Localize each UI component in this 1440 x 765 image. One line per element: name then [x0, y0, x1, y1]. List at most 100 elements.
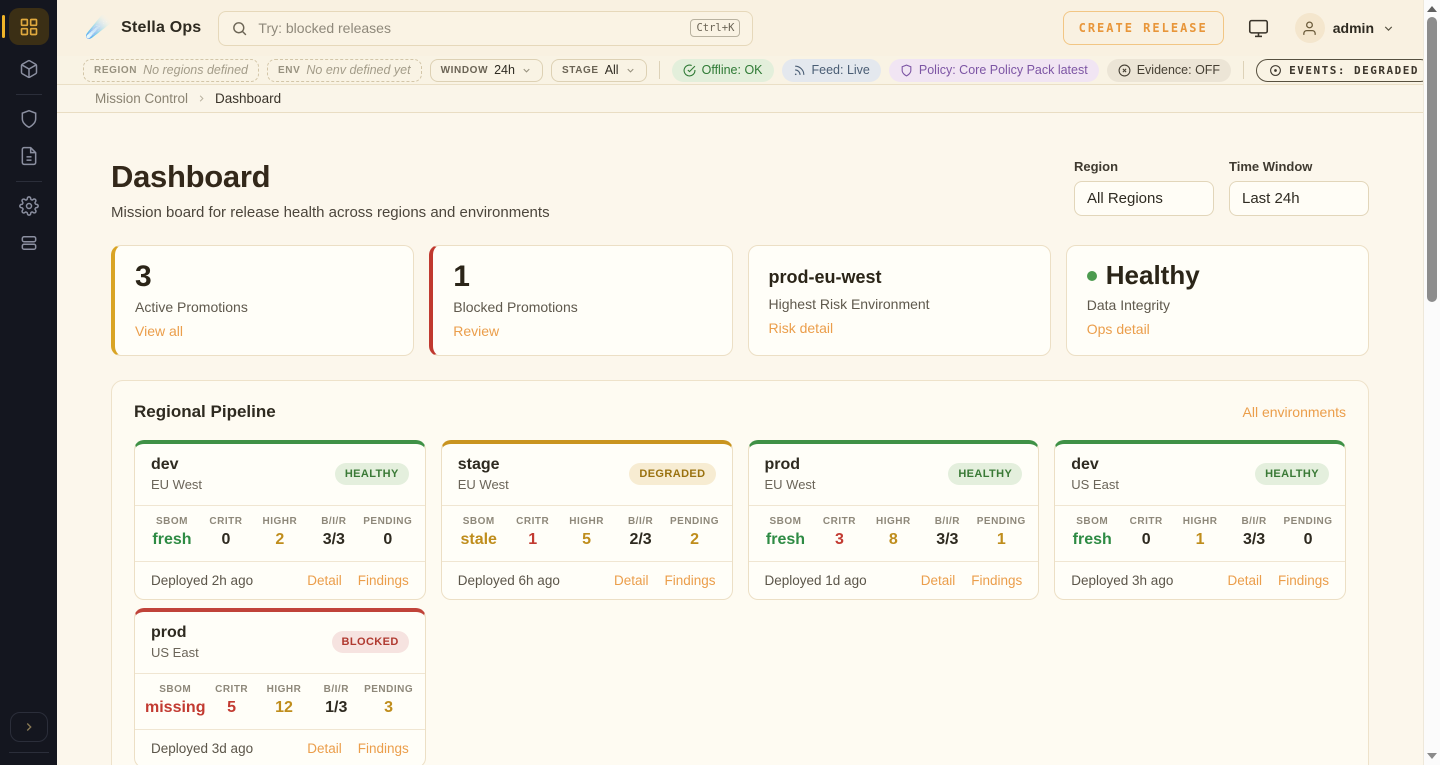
chevron-down-icon	[625, 65, 636, 76]
stage-filter[interactable]: STAGE All	[551, 59, 647, 82]
status-badge: DEGRADED	[629, 463, 715, 485]
metric-value: 1	[453, 261, 711, 293]
risk-detail-link[interactable]: Risk detail	[769, 320, 834, 336]
stat-label: SBOM	[1065, 516, 1119, 527]
env-filter-value: No env defined yet	[306, 63, 410, 77]
env-region: US East	[1071, 477, 1119, 492]
user-menu[interactable]: admin	[1295, 13, 1395, 43]
region-select[interactable]: All Regions	[1074, 181, 1214, 216]
divider	[659, 61, 660, 79]
chevron-down-icon	[521, 65, 532, 76]
time-window-select[interactable]: Last 24h	[1229, 181, 1369, 216]
env-name: dev	[151, 456, 202, 474]
env-filter-label: ENV	[278, 65, 300, 76]
status-badge: HEALTHY	[335, 463, 409, 485]
stat-value: missing	[145, 699, 205, 717]
sidebar-item-security[interactable]	[9, 106, 49, 132]
stat-value: 3/3	[1227, 531, 1281, 549]
search-input[interactable]	[258, 20, 690, 36]
deployed-timestamp: Deployed 2h ago	[151, 573, 253, 588]
document-icon	[19, 146, 39, 166]
feed-status-pill[interactable]: Feed: Live	[782, 59, 881, 82]
region-filter-value: No regions defined	[143, 63, 248, 77]
global-search[interactable]: Ctrl+K	[218, 11, 753, 46]
deployed-timestamp: Deployed 6h ago	[458, 573, 560, 588]
scroll-down-arrow[interactable]	[1427, 753, 1437, 759]
scrollbar-thumb[interactable]	[1427, 17, 1437, 302]
sidebar-divider	[16, 181, 42, 182]
status-badge: BLOCKED	[332, 631, 409, 653]
stat-value: 1/3	[310, 699, 362, 717]
events-status-text: EVENTS: DEGRADED	[1289, 64, 1419, 77]
summary-card-highest-risk: prod-eu-west Highest Risk Environment Ri…	[748, 245, 1051, 356]
metric-label: Active Promotions	[135, 299, 393, 315]
monitor-icon[interactable]	[1248, 18, 1269, 39]
stat-value: 0	[1281, 531, 1335, 549]
detail-link[interactable]: Detail	[1227, 573, 1262, 588]
ops-detail-link[interactable]: Ops detail	[1087, 321, 1150, 337]
sidebar-item-releases[interactable]	[9, 56, 49, 82]
x-circle-icon	[1118, 64, 1131, 77]
stat-label: HIGHR	[1173, 516, 1227, 527]
window-filter[interactable]: WINDOW 24h	[430, 59, 543, 82]
findings-link[interactable]: Findings	[664, 573, 715, 588]
pipeline-card: dev EU West HEALTHY SBOMfresh CRITR0 HIG…	[134, 440, 426, 600]
findings-link[interactable]: Findings	[971, 573, 1022, 588]
stage-filter-value: All	[605, 63, 619, 77]
main-content: Dashboard Mission board for release heal…	[57, 113, 1423, 765]
time-window-select-group: Time Window Last 24h	[1229, 159, 1369, 216]
findings-link[interactable]: Findings	[1278, 573, 1329, 588]
active-indicator-bar	[2, 15, 5, 38]
metric-label: Data Integrity	[1087, 297, 1348, 313]
findings-link[interactable]: Findings	[358, 741, 409, 756]
app-logo: ☄️	[85, 16, 111, 40]
view-all-link[interactable]: View all	[135, 323, 183, 339]
events-status-pill[interactable]: EVENTS: DEGRADED	[1256, 59, 1432, 82]
stat-label: CRITR	[1119, 516, 1173, 527]
sidebar-item-settings[interactable]	[9, 193, 49, 219]
detail-link[interactable]: Detail	[307, 573, 342, 588]
sidebar	[0, 0, 57, 765]
create-release-button[interactable]: CREATE RELEASE	[1063, 11, 1224, 45]
region-select-group: Region All Regions	[1074, 159, 1214, 216]
stat-label: HIGHR	[253, 516, 307, 527]
review-link[interactable]: Review	[453, 323, 499, 339]
sidebar-item-servers[interactable]	[9, 230, 49, 256]
offline-status-pill[interactable]: Offline: OK	[672, 59, 774, 82]
findings-link[interactable]: Findings	[358, 573, 409, 588]
metric-label: Blocked Promotions	[453, 299, 711, 315]
scrollbar[interactable]	[1423, 0, 1440, 765]
stat-value: fresh	[1065, 531, 1119, 549]
env-name: dev	[1071, 456, 1119, 474]
stat-label: CRITR	[506, 516, 560, 527]
summary-card-data-integrity: Healthy Data Integrity Ops detail	[1066, 245, 1369, 356]
breadcrumb-parent[interactable]: Mission Control	[95, 91, 188, 106]
policy-status-pill[interactable]: Policy: Core Policy Pack latest	[889, 59, 1099, 82]
stat-value: 3	[362, 699, 414, 717]
dashboard-grid-icon	[19, 17, 39, 37]
detail-link[interactable]: Detail	[307, 741, 342, 756]
pipeline-card: prod EU West HEALTHY SBOMfresh CRITR3 HI…	[748, 440, 1040, 600]
sidebar-item-dashboard[interactable]	[9, 8, 49, 45]
stat-label: PENDING	[362, 684, 414, 695]
stat-value: 1	[1173, 531, 1227, 549]
sidebar-item-documents[interactable]	[9, 143, 49, 169]
region-filter-label: REGION	[94, 65, 137, 76]
sidebar-expand-button[interactable]	[10, 712, 48, 742]
search-icon	[231, 20, 248, 37]
evidence-status-pill[interactable]: Evidence: OFF	[1107, 59, 1231, 82]
stat-value: 1	[506, 531, 560, 549]
env-filter[interactable]: ENV No env defined yet	[267, 59, 422, 82]
rss-icon	[793, 64, 806, 77]
all-environments-link[interactable]: All environments	[1243, 404, 1347, 420]
detail-link[interactable]: Detail	[921, 573, 956, 588]
metric-value: prod-eu-west	[769, 265, 1030, 290]
scroll-up-arrow[interactable]	[1427, 6, 1437, 12]
evidence-status-text: Evidence: OFF	[1137, 63, 1220, 77]
shield-icon	[900, 64, 913, 77]
chevron-right-icon	[196, 93, 207, 104]
summary-card-active-promotions: 3 Active Promotions View all	[111, 245, 414, 356]
circle-dot-icon	[1269, 64, 1282, 77]
detail-link[interactable]: Detail	[614, 573, 649, 588]
region-filter[interactable]: REGION No regions defined	[83, 59, 259, 82]
